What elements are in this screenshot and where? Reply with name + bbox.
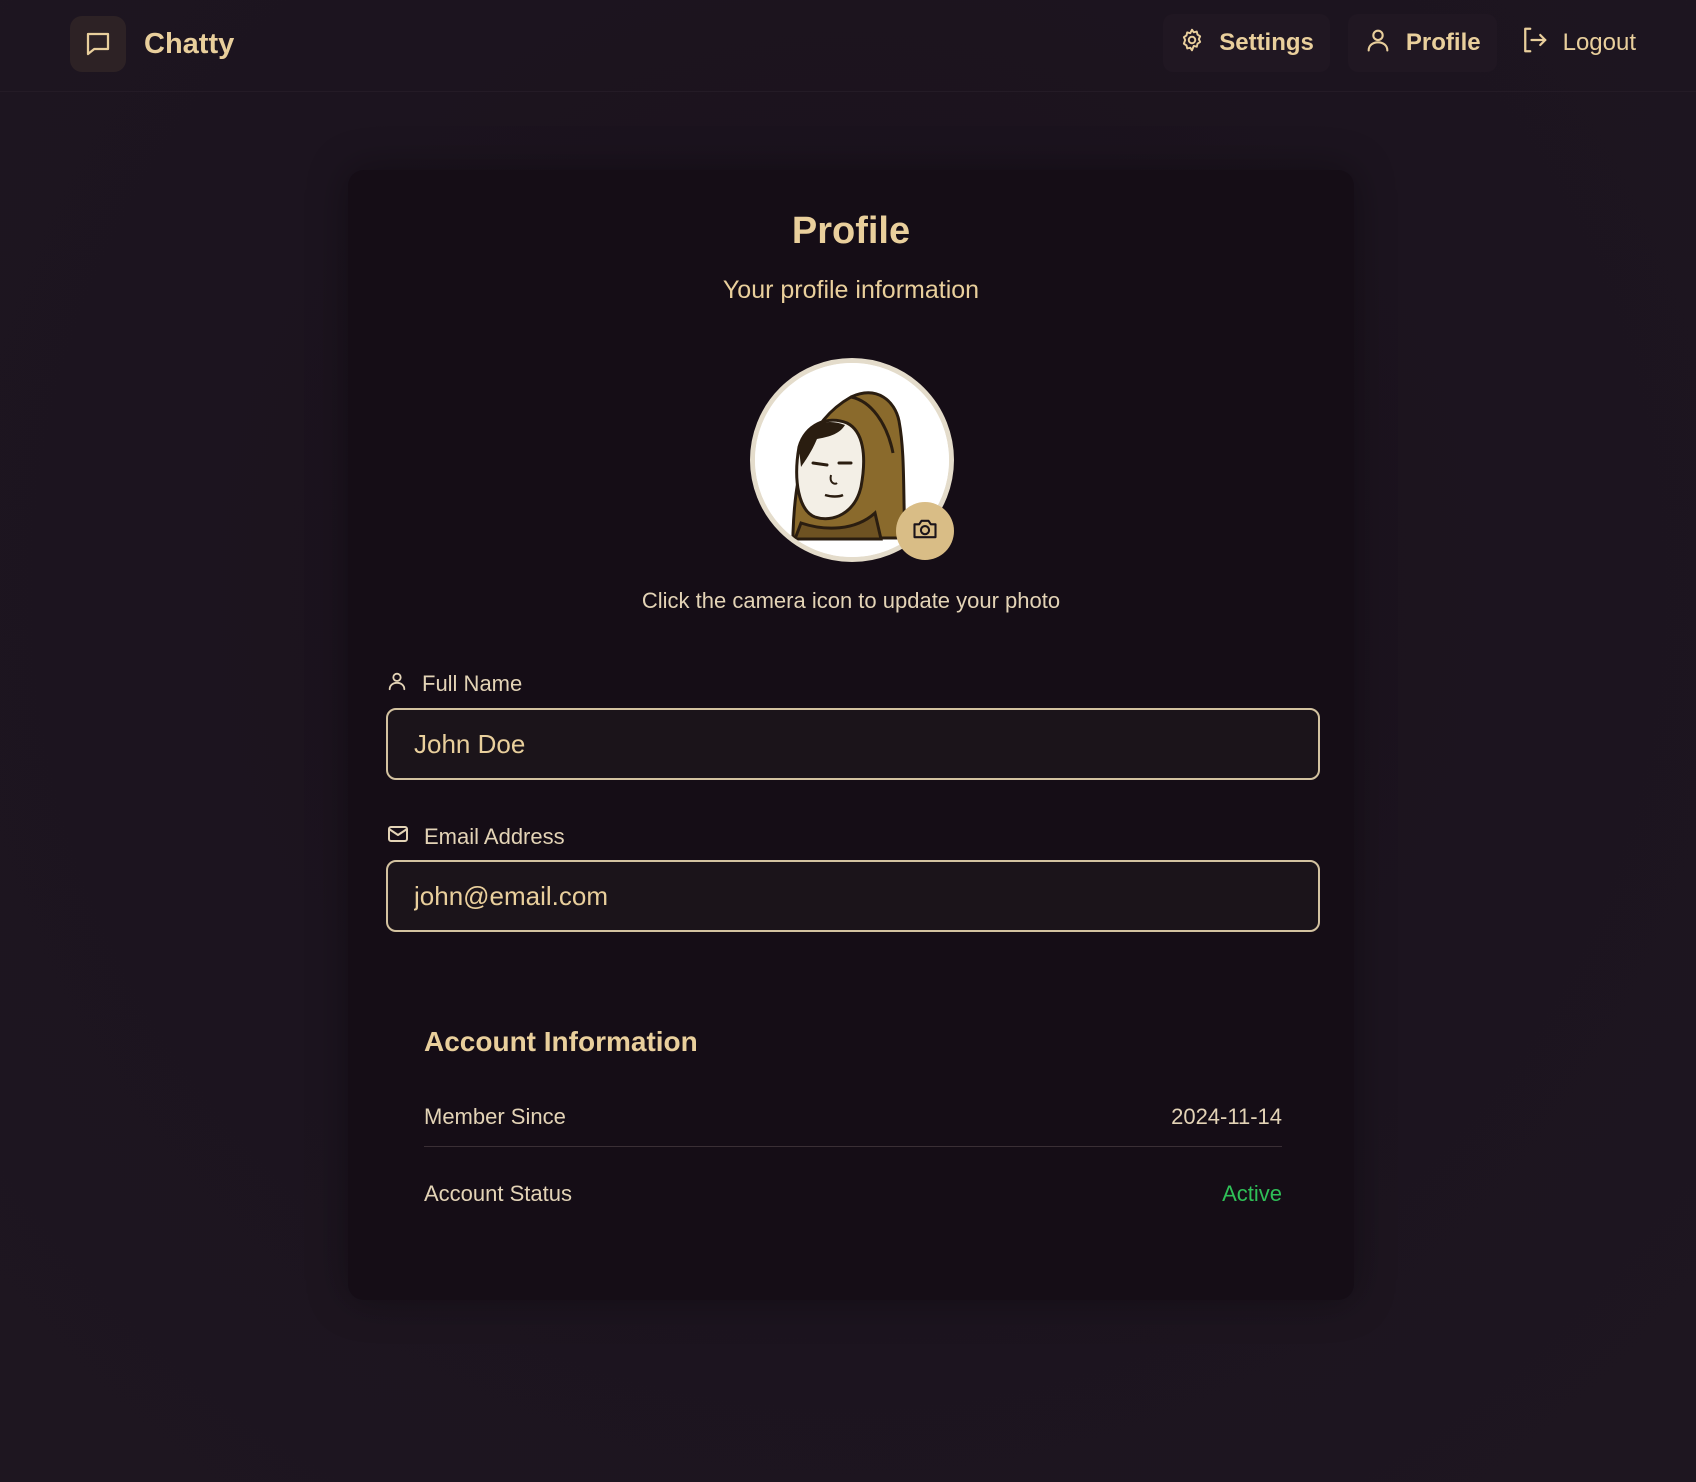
email-label-text: Email Address (424, 824, 565, 849)
member-since-label: Member Since (424, 1104, 566, 1129)
logout-icon (1519, 25, 1549, 62)
app-name: Chatty (144, 27, 235, 60)
profile-card: Profile Your profile information Click t… (348, 170, 1354, 1300)
profile-label: Profile (1405, 29, 1481, 56)
user-icon (386, 670, 408, 698)
avatar-container (750, 358, 954, 562)
account-divider (424, 1146, 1282, 1147)
account-status-row: Account Status Active (424, 1181, 1282, 1207)
account-info-title: Account Information (424, 1026, 698, 1057)
full-name-label: Full Name (386, 670, 522, 698)
account-status-label: Account Status (424, 1181, 572, 1206)
brand-link[interactable]: Chatty (70, 16, 234, 72)
logout-label: Logout (1562, 29, 1636, 56)
settings-button[interactable]: Settings (1163, 14, 1330, 72)
camera-button[interactable] (896, 502, 954, 560)
user-icon (1364, 26, 1392, 61)
message-square-icon (70, 16, 126, 72)
page-subtitle: Your profile information (722, 276, 980, 304)
gear-icon (1179, 27, 1205, 60)
top-navbar: Chatty Settings Profile Logout (0, 0, 1696, 92)
settings-label: Settings (1219, 29, 1314, 56)
page: Chatty Settings Profile Logout Profile Y… (0, 0, 1696, 1482)
page-title: Profile (791, 210, 911, 252)
member-since-value: 2024-11-14 (1171, 1104, 1282, 1129)
full-name-label-text: Full Name (422, 671, 523, 696)
camera-icon (911, 515, 939, 548)
logout-button[interactable]: Logout (1515, 14, 1640, 72)
member-since-row: Member Since 2024-11-14 (424, 1104, 1282, 1130)
mail-icon (386, 822, 410, 852)
profile-button[interactable]: Profile (1347, 14, 1497, 72)
email-label: Email Address (386, 822, 565, 852)
status-badge: Active (1222, 1181, 1282, 1206)
nav-actions: Settings Profile Logout (1163, 14, 1640, 72)
avatar-hint: Click the camera icon to update your pho… (641, 588, 1061, 613)
email-field[interactable] (386, 860, 1320, 932)
full-name-field[interactable] (386, 708, 1320, 780)
